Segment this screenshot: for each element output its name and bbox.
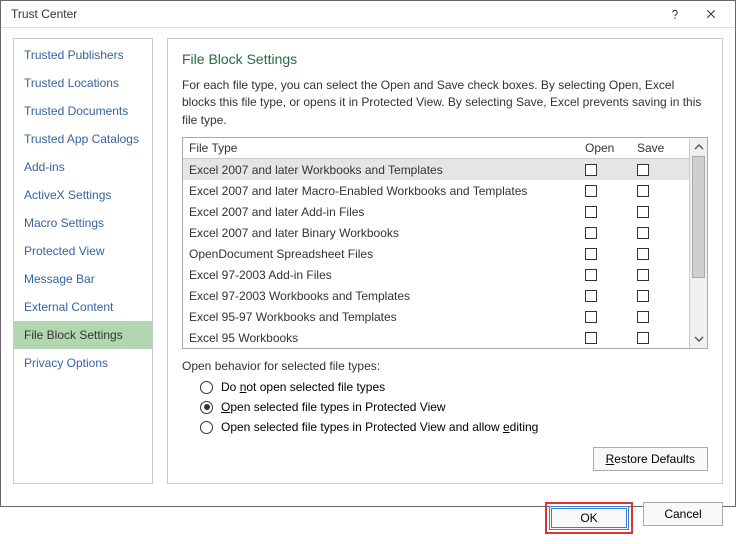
col-open[interactable]: Open bbox=[585, 141, 637, 155]
open-checkbox[interactable] bbox=[585, 332, 597, 344]
filetype-label: OpenDocument Spreadsheet Files bbox=[189, 247, 585, 261]
table-row[interactable]: Excel 2007 and later Workbooks and Templ… bbox=[183, 159, 689, 180]
window-title: Trust Center bbox=[11, 7, 657, 21]
open-checkbox[interactable] bbox=[585, 206, 597, 218]
section-description: For each file type, you can select the O… bbox=[182, 77, 708, 129]
table-row[interactable]: OpenDocument Spreadsheet Files bbox=[183, 243, 689, 264]
open-checkbox[interactable] bbox=[585, 227, 597, 239]
col-save[interactable]: Save bbox=[637, 141, 689, 155]
radio-button[interactable] bbox=[200, 401, 213, 414]
table-scrollbar[interactable] bbox=[689, 138, 707, 348]
table-row[interactable]: Excel 2007 and later Add-in Files bbox=[183, 201, 689, 222]
radio-label: Open selected file types in Protected Vi… bbox=[221, 420, 538, 434]
scroll-down-arrow[interactable] bbox=[690, 330, 707, 348]
save-checkbox[interactable] bbox=[637, 206, 649, 218]
window-controls bbox=[657, 1, 729, 27]
save-checkbox[interactable] bbox=[637, 269, 649, 281]
sidebar-item-activex-settings[interactable]: ActiveX Settings bbox=[14, 181, 152, 209]
behavior-option[interactable]: Do not open selected file types bbox=[182, 377, 708, 397]
col-filetype[interactable]: File Type bbox=[189, 141, 585, 155]
main-panel: File Block Settings For each file type, … bbox=[167, 38, 723, 484]
chevron-up-icon bbox=[694, 142, 704, 152]
table-row[interactable]: Excel 2007 and later Macro-Enabled Workb… bbox=[183, 180, 689, 201]
close-button[interactable] bbox=[693, 1, 729, 27]
table-row[interactable]: Excel 97-2003 Add-in Files bbox=[183, 264, 689, 285]
table-row[interactable]: Excel 95 Workbooks bbox=[183, 327, 689, 348]
save-checkbox[interactable] bbox=[637, 311, 649, 323]
sidebar-item-message-bar[interactable]: Message Bar bbox=[14, 265, 152, 293]
save-checkbox[interactable] bbox=[637, 290, 649, 302]
filetype-label: Excel 95 Workbooks bbox=[189, 331, 585, 345]
chevron-down-icon bbox=[694, 334, 704, 344]
save-checkbox[interactable] bbox=[637, 164, 649, 176]
sidebar-item-trusted-publishers[interactable]: Trusted Publishers bbox=[14, 41, 152, 69]
radio-label: Open selected file types in Protected Vi… bbox=[221, 400, 446, 414]
filetype-label: Excel 95-97 Workbooks and Templates bbox=[189, 310, 585, 324]
sidebar-item-external-content[interactable]: External Content bbox=[14, 293, 152, 321]
filetype-label: Excel 2007 and later Binary Workbooks bbox=[189, 226, 585, 240]
category-sidebar: Trusted PublishersTrusted LocationsTrust… bbox=[13, 38, 153, 484]
open-checkbox[interactable] bbox=[585, 311, 597, 323]
scroll-track[interactable] bbox=[690, 156, 707, 330]
open-behavior-group: Open behavior for selected file types: D… bbox=[182, 359, 708, 437]
file-type-table: File Type Open Save Excel 2007 and later… bbox=[182, 137, 708, 349]
filetype-label: Excel 2007 and later Add-in Files bbox=[189, 205, 585, 219]
section-title: File Block Settings bbox=[182, 51, 708, 67]
behavior-option[interactable]: Open selected file types in Protected Vi… bbox=[182, 417, 708, 437]
sidebar-item-trusted-locations[interactable]: Trusted Locations bbox=[14, 69, 152, 97]
save-checkbox[interactable] bbox=[637, 332, 649, 344]
radio-label: Do not open selected file types bbox=[221, 380, 385, 394]
sidebar-item-macro-settings[interactable]: Macro Settings bbox=[14, 209, 152, 237]
table-row[interactable]: Excel 2007 and later Binary Workbooks bbox=[183, 222, 689, 243]
table-row[interactable]: Excel 95-97 Workbooks and Templates bbox=[183, 306, 689, 327]
help-icon bbox=[669, 8, 681, 20]
sidebar-item-add-ins[interactable]: Add-ins bbox=[14, 153, 152, 181]
open-checkbox[interactable] bbox=[585, 185, 597, 197]
behavior-option[interactable]: Open selected file types in Protected Vi… bbox=[182, 397, 708, 417]
scroll-up-arrow[interactable] bbox=[690, 138, 707, 156]
radio-button[interactable] bbox=[200, 421, 213, 434]
filetype-label: Excel 97-2003 Add-in Files bbox=[189, 268, 585, 282]
trust-center-dialog: Trust Center Trusted PublishersTrusted L… bbox=[0, 0, 736, 507]
sidebar-item-file-block-settings[interactable]: File Block Settings bbox=[14, 321, 152, 349]
scroll-thumb[interactable] bbox=[692, 156, 705, 278]
save-checkbox[interactable] bbox=[637, 185, 649, 197]
filetype-label: Excel 2007 and later Macro-Enabled Workb… bbox=[189, 184, 585, 198]
table-header: File Type Open Save bbox=[183, 138, 689, 159]
save-checkbox[interactable] bbox=[637, 248, 649, 260]
radio-button[interactable] bbox=[200, 381, 213, 394]
sidebar-item-protected-view[interactable]: Protected View bbox=[14, 237, 152, 265]
close-icon bbox=[705, 8, 717, 20]
help-button[interactable] bbox=[657, 1, 693, 27]
dialog-footer: OK Cancel bbox=[1, 494, 735, 544]
sidebar-item-trusted-app-catalogs[interactable]: Trusted App Catalogs bbox=[14, 125, 152, 153]
sidebar-item-privacy-options[interactable]: Privacy Options bbox=[14, 349, 152, 377]
filetype-label: Excel 2007 and later Workbooks and Templ… bbox=[189, 163, 585, 177]
open-checkbox[interactable] bbox=[585, 248, 597, 260]
cancel-button[interactable]: Cancel bbox=[643, 502, 723, 526]
save-checkbox[interactable] bbox=[637, 227, 649, 239]
open-checkbox[interactable] bbox=[585, 290, 597, 302]
behavior-title: Open behavior for selected file types: bbox=[182, 359, 708, 373]
title-bar: Trust Center bbox=[1, 1, 735, 28]
open-checkbox[interactable] bbox=[585, 164, 597, 176]
restore-defaults-button[interactable]: Restore Defaults bbox=[593, 447, 708, 471]
ok-button[interactable]: OK bbox=[549, 506, 629, 530]
sidebar-item-trusted-documents[interactable]: Trusted Documents bbox=[14, 97, 152, 125]
filetype-label: Excel 97-2003 Workbooks and Templates bbox=[189, 289, 585, 303]
open-checkbox[interactable] bbox=[585, 269, 597, 281]
table-row[interactable]: Excel 97-2003 Workbooks and Templates bbox=[183, 285, 689, 306]
